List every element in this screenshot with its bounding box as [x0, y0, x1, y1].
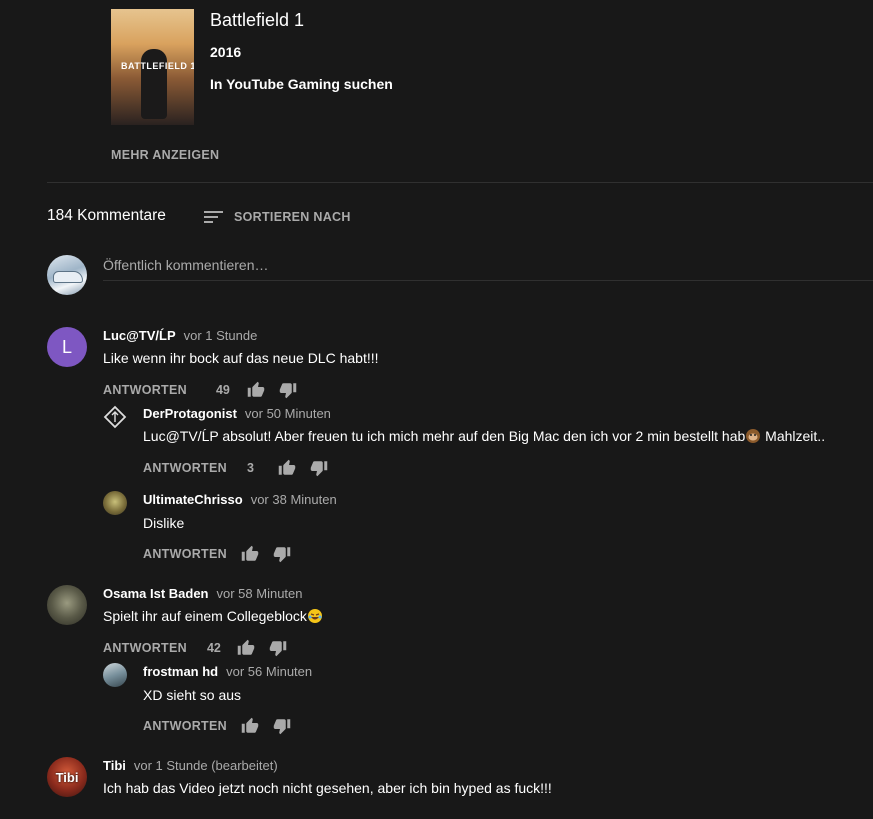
comment-meta: Tibi vor 1 Stunde (bearbeitet): [103, 758, 278, 773]
game-title[interactable]: Battlefield 1: [210, 10, 304, 31]
comment-text: Spielt ihr auf einem Collegeblock: [103, 608, 323, 627]
avatar[interactable]: Tibi: [47, 757, 87, 797]
comment-author[interactable]: Osama Ist Baden: [103, 586, 209, 601]
thumbs-down-icon[interactable]: [310, 459, 328, 477]
monkey-emoji-icon: [745, 428, 761, 447]
comment-time[interactable]: vor 56 Minuten: [226, 664, 312, 679]
avatar-letter: L: [61, 336, 72, 357]
thumbs-down-icon[interactable]: [273, 545, 291, 563]
comment-author[interactable]: UltimateChrisso: [143, 492, 243, 507]
comment-author[interactable]: DerProtagonist: [143, 406, 237, 421]
comment-time[interactable]: vor 38 Minuten: [251, 492, 337, 507]
comment-count: 184 Kommentare: [47, 207, 166, 224]
game-cover-logo: BATTLEFIELD 1: [121, 61, 194, 71]
reply-button[interactable]: ANTWORTEN: [103, 383, 187, 397]
comment-text: Dislike: [143, 515, 185, 531]
comment-text-end: Mahlzeit..: [761, 428, 826, 445]
thumbs-down-icon[interactable]: [269, 639, 287, 657]
avatar[interactable]: [47, 585, 87, 625]
soldier-figure: [141, 49, 167, 119]
user-avatar: [47, 255, 87, 295]
comment-text: Ich hab das Video jetzt noch nicht geseh…: [103, 780, 552, 796]
comment-time[interactable]: vor 58 Minuten: [217, 586, 303, 601]
sort-label: SORTIEREN NACH: [234, 210, 351, 224]
like-count: 49: [215, 383, 230, 397]
crying-laughing-emoji-icon: [307, 608, 323, 627]
comment-meta: UltimateChrisso vor 38 Minuten: [143, 492, 337, 507]
avatar[interactable]: [103, 663, 127, 687]
comment-meta: frostman hd vor 56 Minuten: [143, 664, 312, 679]
reply-button[interactable]: ANTWORTEN: [143, 719, 227, 733]
game-year: 2016: [210, 44, 242, 60]
comment-text: Like wenn ihr bock auf das neue DLC habt…: [103, 350, 379, 366]
comment-text: XD sieht so aus: [143, 687, 242, 703]
sort-icon: [204, 210, 223, 224]
comment-input[interactable]: Öffentlich kommentieren…: [103, 256, 873, 281]
like-count: 3: [246, 461, 254, 475]
comment-meta: Osama Ist Baden vor 58 Minuten: [103, 586, 303, 601]
reply-button[interactable]: ANTWORTEN: [143, 461, 227, 475]
thumbs-down-icon[interactable]: [273, 717, 291, 735]
thumbs-up-icon[interactable]: [241, 717, 259, 735]
show-more-button[interactable]: MEHR ANZEIGEN: [111, 148, 219, 162]
avatar[interactable]: L: [47, 327, 87, 367]
comment-actions: ANTWORTEN 42: [103, 638, 287, 658]
thumbs-up-icon[interactable]: [278, 459, 296, 477]
comment-author[interactable]: Luc@TV/ĹP: [103, 328, 176, 343]
comment-meta: DerProtagonist vor 50 Minuten: [143, 406, 331, 421]
divider: [47, 182, 873, 183]
sort-button[interactable]: SORTIEREN NACH: [204, 207, 351, 227]
comment-text-main: Luc@TV/ĹP absolut! Aber freuen tu ich mi…: [143, 428, 746, 445]
thumbs-up-icon[interactable]: [247, 381, 265, 399]
avatar-text: Tibi: [55, 769, 79, 785]
comment-actions: ANTWORTEN 49: [103, 380, 297, 400]
avatar[interactable]: [103, 491, 127, 515]
game-cover-image[interactable]: BATTLEFIELD 1: [111, 9, 194, 125]
comment-time[interactable]: vor 50 Minuten: [245, 406, 331, 421]
comment-actions: ANTWORTEN 3: [143, 458, 328, 478]
like-count: 42: [206, 641, 221, 655]
diamond-logo-icon: [103, 405, 127, 429]
comment-author[interactable]: frostman hd: [143, 664, 218, 679]
comment-text-main: Spielt ihr auf einem Collegeblock: [103, 608, 307, 625]
comment-author[interactable]: Tibi: [103, 758, 126, 773]
thumbs-up-icon[interactable]: [241, 545, 259, 563]
thumbs-down-icon[interactable]: [279, 381, 297, 399]
reply-button[interactable]: ANTWORTEN: [103, 641, 187, 655]
comment-meta: Luc@TV/ĹP vor 1 Stunde: [103, 328, 257, 343]
comment-text: Luc@TV/ĹP absolut! Aber freuen tu ich mi…: [143, 428, 825, 447]
youtube-gaming-link[interactable]: In YouTube Gaming suchen: [210, 76, 393, 92]
thumbs-up-icon[interactable]: [237, 639, 255, 657]
comment-actions: ANTWORTEN: [143, 716, 291, 736]
comment-actions: ANTWORTEN: [143, 544, 291, 564]
reply-button[interactable]: ANTWORTEN: [143, 547, 227, 561]
comment-time[interactable]: vor 1 Stunde: [184, 328, 258, 343]
comment-time[interactable]: vor 1 Stunde (bearbeitet): [134, 758, 278, 773]
car-icon: [53, 271, 83, 283]
avatar[interactable]: [103, 405, 127, 429]
